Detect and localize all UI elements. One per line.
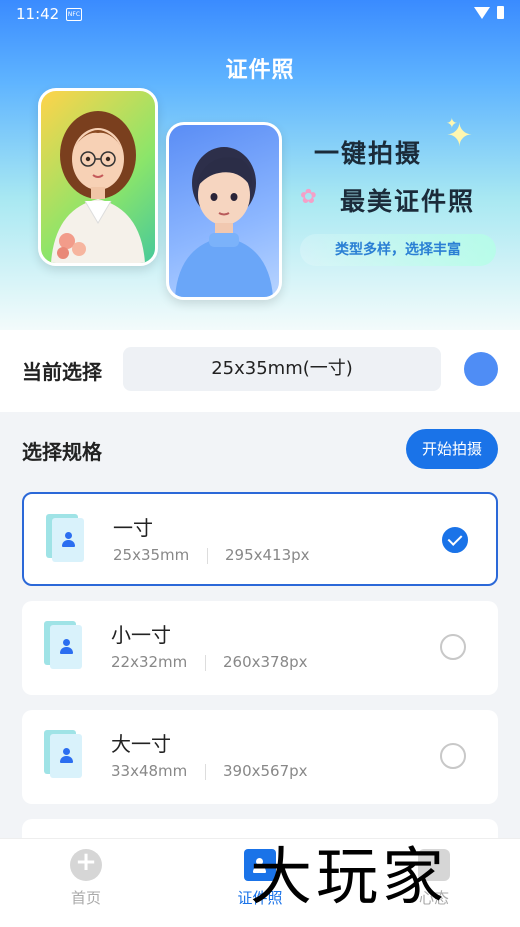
- id-card-icon: [44, 730, 84, 778]
- divider: [205, 655, 206, 671]
- watermark-logo: 大玩家: [250, 840, 449, 913]
- radio-icon[interactable]: [440, 634, 466, 660]
- id-card-icon: [46, 514, 86, 562]
- nfc-icon: NFC: [66, 8, 82, 21]
- male-portrait-image: [166, 122, 282, 300]
- spec-mm-size: 22x32mm: [111, 653, 188, 671]
- spec-name: 小一寸: [111, 623, 171, 647]
- spec-item-small-one-inch[interactable]: 小一寸 22x32mm 260x378px: [22, 601, 498, 695]
- slogan-line-2: 最美证件照: [340, 187, 476, 216]
- hero-banner: 11:42 NFC 证件照 ✦ ✦ 一键拍摄 ✿ 最美证件照 类型多样，选择丰富: [0, 0, 520, 330]
- status-time: 11:42: [16, 5, 60, 23]
- background-color-swatch[interactable]: [464, 352, 498, 386]
- female-portrait-image: [38, 88, 158, 266]
- spec-name: 一寸: [113, 516, 153, 540]
- current-selection-label: 当前选择: [22, 360, 102, 384]
- current-selection-row: 当前选择 25x35mm(一寸): [0, 330, 520, 412]
- radio-icon[interactable]: [440, 743, 466, 769]
- id-card-icon: [44, 621, 84, 669]
- flower-icon: ✿: [300, 184, 317, 208]
- wifi-icon: [474, 7, 490, 19]
- tab-home[interactable]: 首页: [26, 847, 146, 908]
- spec-item-large-one-inch[interactable]: 大一寸 33x48mm 390x567px: [22, 710, 498, 804]
- divider: [207, 548, 208, 564]
- battery-icon: [497, 6, 504, 19]
- checked-radio-icon[interactable]: [442, 527, 468, 553]
- spec-px-size: 295x413px: [225, 546, 310, 564]
- sparkle-small-icon: ✦: [446, 116, 458, 132]
- current-selection-value[interactable]: 25x35mm(一寸): [123, 347, 441, 391]
- tagline-badge: 类型多样，选择丰富: [300, 234, 496, 266]
- spec-mm-size: 33x48mm: [111, 762, 188, 780]
- status-bar: 11:42 NFC: [0, 0, 520, 28]
- spec-section-title: 选择规格: [22, 440, 102, 464]
- spec-mm-size: 25x35mm: [113, 546, 190, 564]
- spec-name: 大一寸: [111, 732, 171, 756]
- page-title: 证件照: [225, 58, 295, 83]
- home-icon: [70, 847, 102, 881]
- spec-item-one-inch[interactable]: 一寸 25x35mm 295x413px: [22, 492, 498, 586]
- divider: [205, 764, 206, 780]
- start-shooting-button[interactable]: 开始拍摄: [406, 429, 498, 469]
- slogan-line-1: 一键拍摄: [314, 139, 423, 168]
- spec-px-size: 390x567px: [223, 762, 308, 780]
- tab-home-label: 首页: [70, 889, 101, 907]
- spec-px-size: 260x378px: [223, 653, 308, 671]
